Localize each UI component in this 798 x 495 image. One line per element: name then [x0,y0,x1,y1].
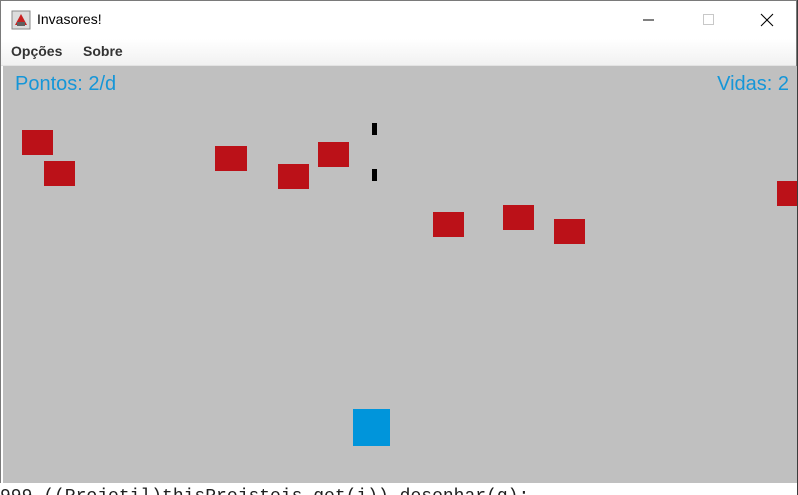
game-window: Invasores! Opções Sobre Pontos: 2/d Vida… [0,0,797,494]
game-canvas[interactable]: Pontos: 2/d Vidas: 2 [3,66,797,484]
player-ship [353,409,390,446]
invader [278,164,309,189]
projectile [372,169,377,181]
invader [318,142,349,167]
menu-sobre[interactable]: Sobre [83,43,123,59]
background-editor-strip: 999 ((Projetil)thisPrejsteis.get(i)).des… [0,483,798,495]
invader [215,146,247,171]
lives-label: Vidas: 2 [717,73,789,95]
invader [777,181,797,206]
invader [22,130,53,155]
java-app-icon [11,10,31,30]
minimize-icon [643,19,654,21]
title-bar[interactable]: Invasores! [1,1,796,39]
background-code-text: 999 ((Projetil)thisPrejsteis.get(i)).des… [0,487,529,495]
menu-opcoes[interactable]: Opções [11,43,62,59]
close-button[interactable] [744,1,790,39]
maximize-icon [703,14,714,25]
close-icon [760,13,774,27]
invader [503,205,534,230]
invader [554,219,585,244]
invader [44,161,75,186]
menu-bar: Opções Sobre [1,39,796,66]
minimize-button[interactable] [626,1,672,39]
projectile [372,123,377,135]
window-title: Invasores! [37,11,102,27]
score-label: Pontos: 2/d [15,73,117,95]
maximize-button[interactable] [686,1,732,39]
invader [433,212,464,237]
